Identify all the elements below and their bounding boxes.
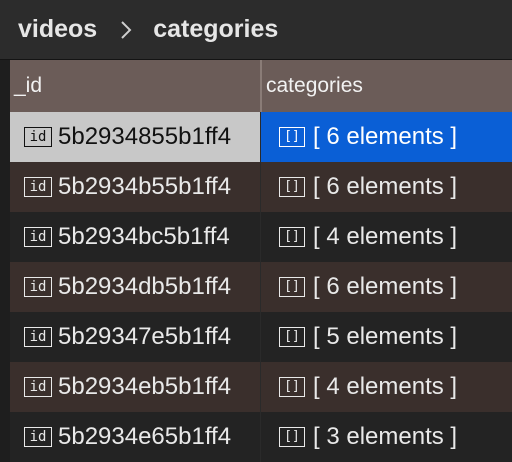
table-row[interactable]: id 5b2934eb5b1ff4 [] [ 4 elements ] xyxy=(10,362,512,412)
categories-cell[interactable]: [] [ 5 elements ] xyxy=(260,312,512,362)
categories-cell[interactable]: [] [ 6 elements ] xyxy=(260,162,512,212)
array-icon: [] xyxy=(279,277,305,297)
table-row[interactable]: id 5b29347e5b1ff4 [] [ 5 elements ] xyxy=(10,312,512,362)
objectid-icon: id xyxy=(24,127,52,147)
categories-value: [ 5 elements ] xyxy=(313,323,458,350)
id-value: 5b2934db5b1ff4 xyxy=(58,273,232,300)
id-cell[interactable]: id 5b2934bc5b1ff4 xyxy=(10,212,260,262)
app-window: videos categories _id categories id 5b29… xyxy=(0,0,512,462)
id-cell[interactable]: id 5b2934eb5b1ff4 xyxy=(10,362,260,412)
table-row[interactable]: id 5b2934bc5b1ff4 [] [ 4 elements ] xyxy=(10,212,512,262)
categories-value: [ 6 elements ] xyxy=(313,123,458,150)
array-icon: [] xyxy=(279,127,305,147)
id-cell[interactable]: id 5b2934db5b1ff4 xyxy=(10,262,260,312)
categories-value: [ 3 elements ] xyxy=(313,423,458,450)
id-value: 5b29347e5b1ff4 xyxy=(58,323,232,350)
breadcrumb-item-categories[interactable]: categories xyxy=(153,15,278,44)
categories-value: [ 6 elements ] xyxy=(313,273,458,300)
id-cell[interactable]: id 5b2934e65b1ff4 xyxy=(10,412,260,462)
breadcrumb-item-videos[interactable]: videos xyxy=(18,15,97,44)
array-icon: [] xyxy=(279,177,305,197)
objectid-icon: id xyxy=(24,327,52,347)
categories-value: [ 4 elements ] xyxy=(313,373,458,400)
table-row[interactable]: id 5b2934855b1ff4 [] [ 6 elements ] xyxy=(10,112,512,162)
breadcrumb: videos categories xyxy=(0,0,512,60)
objectid-icon: id xyxy=(24,177,52,197)
column-header-categories[interactable]: categories xyxy=(260,60,512,112)
categories-value: [ 6 elements ] xyxy=(313,173,458,200)
id-value: 5b2934b55b1ff4 xyxy=(58,173,232,200)
categories-cell[interactable]: [] [ 6 elements ] xyxy=(260,262,512,312)
column-header-id[interactable]: _id xyxy=(10,60,260,112)
objectid-icon: id xyxy=(24,277,52,297)
id-cell[interactable]: id 5b29347e5b1ff4 xyxy=(10,312,260,362)
id-value: 5b2934e65b1ff4 xyxy=(58,423,232,450)
array-icon: [] xyxy=(279,377,305,397)
categories-cell[interactable]: [] [ 4 elements ] xyxy=(260,362,512,412)
objectid-icon: id xyxy=(24,377,52,397)
objectid-icon: id xyxy=(24,227,52,247)
array-icon: [] xyxy=(279,427,305,447)
results-table: _id categories id 5b2934855b1ff4 [] [ 6 … xyxy=(10,60,512,462)
id-cell[interactable]: id 5b2934855b1ff4 xyxy=(10,112,260,162)
categories-cell[interactable]: [] [ 4 elements ] xyxy=(260,212,512,262)
table-row[interactable]: id 5b2934b55b1ff4 [] [ 6 elements ] xyxy=(10,162,512,212)
array-icon: [] xyxy=(279,327,305,347)
categories-cell[interactable]: [] [ 6 elements ] xyxy=(260,112,512,162)
table-row[interactable]: id 5b2934db5b1ff4 [] [ 6 elements ] xyxy=(10,262,512,312)
objectid-icon: id xyxy=(24,427,52,447)
id-value: 5b2934855b1ff4 xyxy=(58,123,232,150)
id-cell[interactable]: id 5b2934b55b1ff4 xyxy=(10,162,260,212)
categories-value: [ 4 elements ] xyxy=(313,223,458,250)
table-header: _id categories xyxy=(10,60,512,112)
table-row[interactable]: id 5b2934e65b1ff4 [] [ 3 elements ] xyxy=(10,412,512,462)
categories-cell[interactable]: [] [ 3 elements ] xyxy=(260,412,512,462)
id-value: 5b2934bc5b1ff4 xyxy=(58,223,230,250)
array-icon: [] xyxy=(279,227,305,247)
id-value: 5b2934eb5b1ff4 xyxy=(58,373,232,400)
chevron-right-icon xyxy=(121,20,132,39)
